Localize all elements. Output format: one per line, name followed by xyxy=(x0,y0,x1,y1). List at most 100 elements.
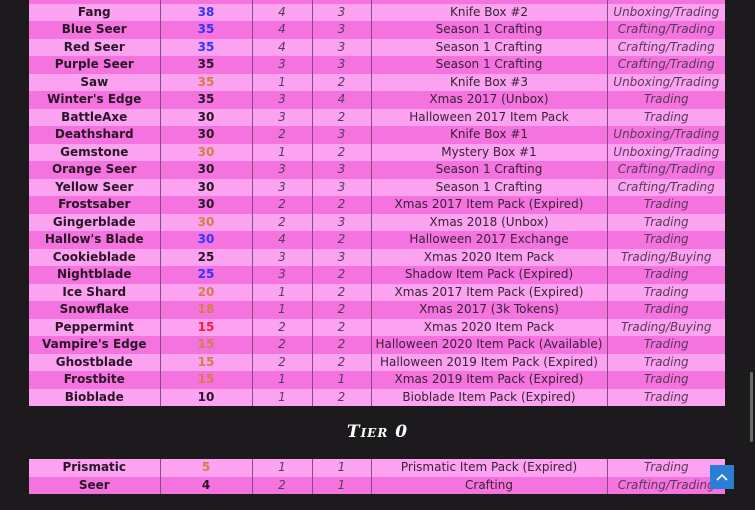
item-value: 30 xyxy=(159,178,252,196)
table-row: Deathshard 30 2 3 Knife Box #1 Unboxing/Tradi… xyxy=(29,126,725,144)
item-stat-1: 1 xyxy=(251,459,312,477)
table-row: Blue Seer 35 4 3 Season 1 Crafting Crafting/T… xyxy=(29,21,725,39)
item-source: Halloween 2020 Item Pack (Available) xyxy=(370,336,607,354)
item-source: Xmas 2020 Item Pack xyxy=(370,248,607,266)
table-row: Orange Seer 30 3 3 Season 1 Crafting Crafting… xyxy=(29,161,725,179)
item-value: 30 xyxy=(159,213,252,231)
item-value: 15 xyxy=(159,318,252,336)
item-source: Bioblade Item Pack (Expired) xyxy=(370,388,607,406)
item-stat-2: 2 xyxy=(311,388,371,406)
item-stat-2: 2 xyxy=(311,196,371,214)
item-stat-2: 3 xyxy=(311,38,371,56)
item-stat-1: 2 xyxy=(251,318,312,336)
item-stat-1: 1 xyxy=(251,73,312,91)
item-source: Knife Box #1 xyxy=(370,126,607,144)
item-stat-2: 3 xyxy=(311,213,371,231)
item-source: Xmas 2019 Item Pack (Expired) xyxy=(370,371,607,389)
item-stat-1: 3 xyxy=(251,266,312,284)
item-value: 30 xyxy=(159,108,252,126)
scrollbar-thumb[interactable] xyxy=(750,372,753,442)
item-stat-1: 1 xyxy=(251,283,312,301)
item-stat-1: 1 xyxy=(251,301,312,319)
item-name: Winter's Edge xyxy=(29,91,160,109)
scroll-to-top-button[interactable] xyxy=(710,465,734,489)
item-stat-1: 2 xyxy=(251,196,312,214)
item-source: Xmas 2017 Item Pack (Expired) xyxy=(370,196,607,214)
item-method: Unboxing/Trading xyxy=(606,73,725,91)
table-row: Ice Shard 20 1 2 Xmas 2017 Item Pack (Expire… xyxy=(29,283,725,301)
item-stat-2: 2 xyxy=(311,108,371,126)
item-stat-2: 3 xyxy=(311,178,371,196)
table-row: Nightblade 25 3 2 Shadow Item Pack (Expired)… xyxy=(29,266,725,284)
table-row: Ghostblade 15 2 2 Halloween 2019 Item Pack (… xyxy=(29,353,725,371)
item-method: Trading xyxy=(606,266,725,284)
item-source: Knife Box #3 xyxy=(370,73,607,91)
item-name: Bioblade xyxy=(29,388,160,406)
chevron-up-icon xyxy=(716,473,728,481)
item-value: 30 xyxy=(159,231,252,249)
item-name: Gemstone xyxy=(29,143,160,161)
table-row: Snowflake 18 1 2 Xmas 2017 (3k Tokens) Tradin… xyxy=(29,301,725,319)
item-name: Gingerblade xyxy=(29,213,160,231)
item-value: 10 xyxy=(159,388,252,406)
item-value: 30 xyxy=(159,143,252,161)
item-source: Halloween 2017 Exchange xyxy=(370,231,607,249)
item-source: Halloween 2017 Item Pack xyxy=(370,108,607,126)
item-stat-2: 1 xyxy=(311,476,371,494)
tier-0-heading: Tier 0 xyxy=(346,422,409,442)
item-stat-1: 3 xyxy=(251,161,312,179)
item-method: Trading xyxy=(606,371,725,389)
item-name: Cookieblade xyxy=(29,248,160,266)
item-name: Red Seer xyxy=(29,38,160,56)
item-stat-2: 2 xyxy=(311,353,371,371)
item-value: 25 xyxy=(159,266,252,284)
item-stat-2: 2 xyxy=(311,283,371,301)
item-method: Unboxing/Trading xyxy=(606,126,725,144)
item-value: 5 xyxy=(159,459,252,477)
item-source: Xmas 2017 Item Pack (Expired) xyxy=(370,283,607,301)
item-stat-1: 2 xyxy=(251,213,312,231)
item-stat-2: 3 xyxy=(311,3,371,21)
item-value: 35 xyxy=(159,73,252,91)
item-name: Peppermint xyxy=(29,318,160,336)
item-value: 4 xyxy=(159,476,252,494)
item-method: Crafting/Trading xyxy=(606,56,725,74)
item-name: Frostbite xyxy=(29,371,160,389)
item-value: 35 xyxy=(159,56,252,74)
item-stat-1: 4 xyxy=(251,21,312,39)
item-value: 35 xyxy=(159,91,252,109)
item-value: 15 xyxy=(159,371,252,389)
item-value: 20 xyxy=(159,283,252,301)
item-source: Knife Box #2 xyxy=(370,3,607,21)
item-stat-2: 3 xyxy=(311,248,371,266)
item-source: Season 1 Crafting xyxy=(370,56,607,74)
item-value: 35 xyxy=(159,21,252,39)
table-row: Purple Seer 35 3 3 Season 1 Crafting Crafting… xyxy=(29,56,725,74)
item-source: Season 1 Crafting xyxy=(370,21,607,39)
item-name: Frostsaber xyxy=(29,196,160,214)
item-method: Crafting/Trading xyxy=(606,476,725,494)
table-row: Bioblade 10 1 2 Bioblade Item Pack (Expired)… xyxy=(29,388,725,406)
item-method: Trading xyxy=(606,283,725,301)
table-row: Saw 35 1 2 Knife Box #3 Unboxing/Trading xyxy=(29,73,725,91)
item-name: Prismatic xyxy=(29,459,160,477)
item-method: Trading xyxy=(606,459,725,477)
table-row: Vampire's Edge 15 2 2 Halloween 2020 Item Pa… xyxy=(29,336,725,354)
item-name: Seer xyxy=(29,476,160,494)
table-row: Frostbite 15 1 1 Xmas 2019 Item Pack (Expire… xyxy=(29,371,725,389)
table-row: Red Seer 35 4 3 Season 1 Crafting Crafting/Tr… xyxy=(29,38,725,56)
item-method: Trading xyxy=(606,91,725,109)
item-stat-2: 2 xyxy=(311,231,371,249)
scrollbar[interactable] xyxy=(747,0,755,510)
table-row: Seer 4 2 1 Crafting Crafting/Trading xyxy=(29,476,725,494)
table-row: Peppermint 15 2 2 Xmas 2020 Item Pack Trading… xyxy=(29,318,725,336)
item-source: Xmas 2020 Item Pack xyxy=(370,318,607,336)
item-stat-2: 2 xyxy=(311,73,371,91)
item-name: Snowflake xyxy=(29,301,160,319)
item-stat-1: 1 xyxy=(251,143,312,161)
item-name: Hallow's Blade xyxy=(29,231,160,249)
item-source: Xmas 2017 (3k Tokens) xyxy=(370,301,607,319)
item-source: Crafting xyxy=(370,476,607,494)
item-stat-2: 3 xyxy=(311,56,371,74)
item-stat-2: 2 xyxy=(311,266,371,284)
